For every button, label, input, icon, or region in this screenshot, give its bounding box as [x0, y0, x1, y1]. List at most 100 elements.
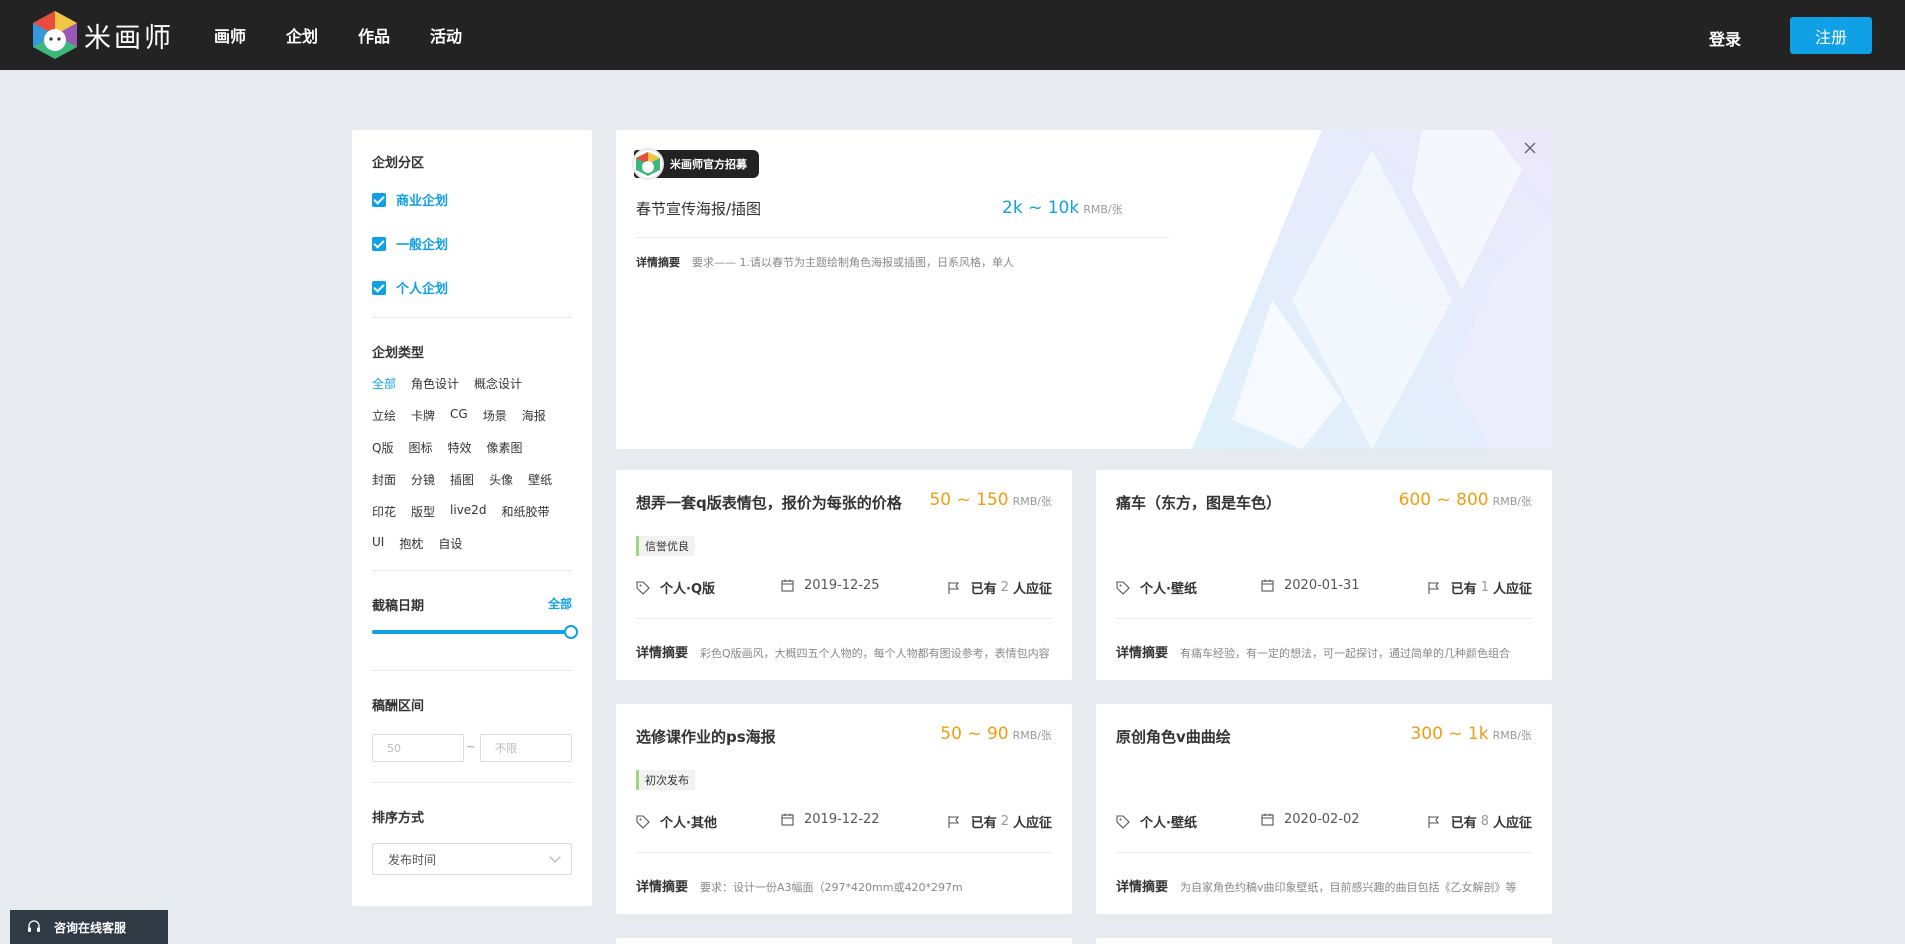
zone-checkbox-general[interactable]: 一般企划 [372, 234, 448, 253]
nav-item-artists[interactable]: 画师 [214, 23, 246, 47]
type-tag[interactable]: 壁纸 [528, 471, 552, 488]
price-range: 600 ~ 800 [1398, 490, 1489, 510]
project-card-partial[interactable] [616, 938, 1072, 944]
sort-select[interactable]: 发布时间 [372, 843, 572, 875]
type-tag[interactable]: 封面 [372, 471, 396, 488]
price-range: 2k ~ 10k [1002, 198, 1080, 218]
type-tag[interactable]: 特效 [447, 439, 471, 456]
card-title[interactable]: 痛车（东方，图是车色） [1116, 492, 1281, 513]
zone-label: 一般企划 [396, 238, 449, 253]
type-row: 封面 分镜 插图 头像 壁纸 [372, 471, 567, 488]
category-text: 个人·壁纸 [1140, 816, 1197, 831]
type-row: 全部 角色设计 概念设计 [372, 375, 537, 392]
logo-icon [636, 152, 660, 176]
nav-item-works[interactable]: 作品 [358, 23, 390, 47]
deadline-slider-track[interactable] [372, 630, 572, 634]
type-tag[interactable]: UI [372, 535, 384, 552]
type-tag[interactable]: live2d [450, 503, 486, 520]
card-price: 300 ~ 1k RMB/张 [1410, 724, 1532, 744]
applicants-prefix: 已有 [970, 582, 997, 597]
tag-icon [636, 814, 650, 829]
type-tag[interactable]: 卡牌 [411, 407, 435, 424]
type-tag[interactable]: 像素图 [486, 439, 522, 456]
applicants-prefix: 已有 [1450, 816, 1477, 831]
flag-icon [1428, 815, 1439, 828]
category-text: 个人·其他 [660, 816, 717, 831]
type-tag[interactable]: 印花 [372, 503, 396, 520]
applicants-prefix: 已有 [1450, 582, 1477, 597]
type-tag-all[interactable]: 全部 [372, 375, 396, 392]
card-title[interactable]: 选修课作业的ps海报 [636, 726, 776, 747]
price-unit: RMB/张 [1012, 729, 1052, 742]
divider [1116, 618, 1532, 619]
project-card[interactable]: 痛车（东方，图是车色） 600 ~ 800 RMB/张 个人·壁纸 2020-01… [1096, 470, 1552, 680]
project-card[interactable]: 原创角色v曲曲绘 300 ~ 1k RMB/张 个人·壁纸 2020-02-02 … [1096, 704, 1552, 914]
project-card-partial[interactable] [1096, 938, 1552, 944]
nav-item-events[interactable]: 活动 [430, 23, 462, 47]
type-tag[interactable]: 海报 [522, 407, 546, 424]
type-tag[interactable]: 分镜 [411, 471, 435, 488]
type-tag[interactable]: 图标 [408, 439, 432, 456]
type-tag[interactable]: CG [450, 407, 468, 424]
headset-icon [28, 920, 40, 932]
date-text: 2019-12-25 [804, 578, 880, 593]
register-button[interactable]: 注册 [1790, 17, 1872, 54]
type-tag[interactable]: 场景 [483, 407, 507, 424]
deadline-slider-handle[interactable] [564, 625, 578, 639]
close-icon[interactable] [1522, 140, 1538, 156]
support-label: 咨询在线客服 [54, 920, 127, 935]
type-tag[interactable]: 插图 [450, 471, 474, 488]
filter-sidebar: 企划分区 商业企划 一般企划 个人企划 企划类型 全部 角色设计 概念设计 立绘… [352, 130, 592, 906]
brand-logo[interactable]: 米画师 [32, 10, 174, 60]
login-link[interactable]: 登录 [1709, 26, 1741, 50]
type-tag[interactable]: 自设 [438, 535, 462, 552]
fee-min-input[interactable]: 50 [372, 734, 464, 762]
type-row: UI 抱枕 自设 [372, 535, 477, 552]
project-card[interactable]: 选修课作业的ps海报 50 ~ 90 RMB/张 初次发布 个人·其他 2019-… [616, 704, 1072, 914]
type-tag[interactable]: Q版 [372, 439, 393, 456]
card-applicants: 已有 2 人应征 [947, 578, 1052, 597]
applicants-suffix: 人应征 [1492, 816, 1532, 831]
zone-checkbox-personal[interactable]: 个人企划 [372, 278, 448, 297]
fee-range-separator: ~ [466, 740, 476, 753]
applicants-count: 2 [1000, 814, 1009, 829]
checkbox-checked-icon [372, 236, 386, 251]
zone-checkbox-commercial[interactable]: 商业企划 [372, 190, 448, 209]
card-price: 50 ~ 90 RMB/张 [940, 724, 1052, 744]
type-tag[interactable]: 角色设计 [411, 375, 459, 392]
featured-project-card[interactable]: 米画师官方招募 春节宣传海报/插图 2k ~ 10k RMB/张 详情摘要 要求——… [616, 130, 1552, 449]
type-tag[interactable]: 头像 [489, 471, 513, 488]
summary-label: 详情摘要 [636, 880, 689, 895]
date-text: 2020-02-02 [1284, 812, 1360, 827]
tag-icon [1116, 814, 1130, 829]
calendar-icon [781, 813, 794, 826]
applicants-count: 2 [1000, 580, 1009, 595]
type-tag[interactable]: 和纸胶带 [501, 503, 549, 520]
summary-label: 详情摘要 [636, 256, 680, 269]
zone-label: 商业企划 [396, 194, 449, 209]
featured-title[interactable]: 春节宣传海报/插图 [636, 198, 761, 219]
applicants-count: 8 [1480, 814, 1489, 829]
featured-price: 2k ~ 10k RMB/张 [1002, 198, 1123, 218]
price-unit: RMB/张 [1012, 495, 1052, 508]
type-tag[interactable]: 抱枕 [399, 535, 423, 552]
sort-title: 排序方式 [372, 811, 425, 826]
card-title[interactable]: 原创角色v曲曲绘 [1116, 726, 1231, 747]
price-range: 50 ~ 90 [940, 724, 1009, 744]
project-card[interactable]: 想弄一套q版表情包，报价为每张的价格 50 ~ 150 RMB/张 信誉优良 个人… [616, 470, 1072, 680]
deadline-title: 截稿日期 [372, 599, 425, 614]
fee-max-input[interactable]: 不限 [480, 734, 572, 762]
deadline-value: 全部 [547, 597, 572, 611]
card-title[interactable]: 想弄一套q版表情包，报价为每张的价格 [636, 492, 902, 513]
type-tag[interactable]: 版型 [411, 503, 435, 520]
divider [636, 618, 1052, 619]
status-badge: 初次发布 [636, 770, 695, 790]
applicants-suffix: 人应征 [1492, 582, 1532, 597]
type-tag[interactable]: 概念设计 [474, 375, 522, 392]
online-support-button[interactable]: 咨询在线客服 [10, 910, 168, 944]
badge-label: 米画师官方招募 [670, 158, 747, 171]
nav-item-projects[interactable]: 企划 [286, 23, 318, 47]
type-tag[interactable]: 立绘 [372, 407, 396, 424]
official-badge: 米画师官方招募 [632, 148, 759, 180]
card-summary: 详情摘要 要求：设计一份A3幅面（297*420mm或420*297m [636, 876, 1052, 895]
